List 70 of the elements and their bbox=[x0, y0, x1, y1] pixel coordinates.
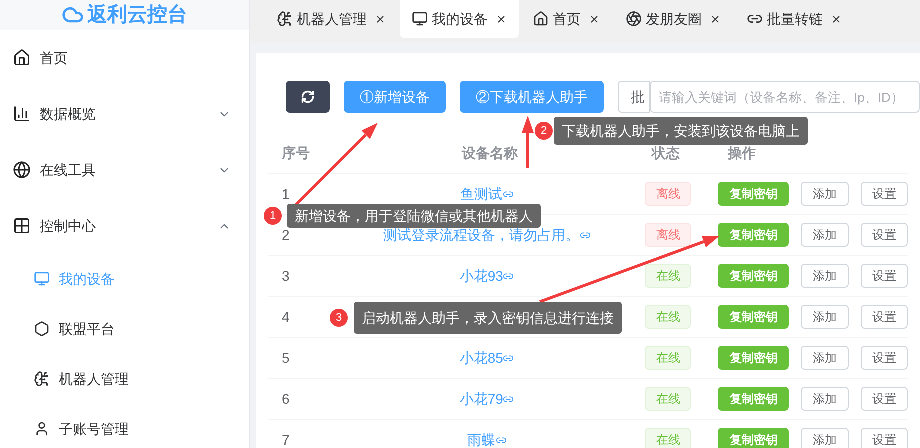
menu-icon bbox=[13, 49, 31, 67]
status-tag: 在线 bbox=[645, 346, 692, 370]
sidebar-subitem[interactable]: 联盟平台 bbox=[0, 304, 249, 354]
status-tag: 离线 bbox=[645, 182, 692, 206]
annotation-tooltip: 新增设备，用于登陆微信或其他机器人 bbox=[287, 204, 541, 228]
settings-button[interactable]: 设置 bbox=[860, 182, 908, 206]
search-type-select[interactable]: 批 bbox=[618, 81, 650, 113]
close-icon[interactable] bbox=[710, 14, 721, 24]
table-cell: 5 bbox=[282, 350, 290, 366]
sidebar-item[interactable]: 首页 bbox=[0, 30, 249, 86]
table-cell: 4 bbox=[282, 308, 290, 324]
close-icon[interactable] bbox=[375, 14, 386, 24]
tab-icon bbox=[412, 11, 428, 27]
add-button[interactable]: 添加 bbox=[801, 223, 849, 247]
menu-icon bbox=[34, 421, 50, 437]
search-field[interactable]: 请输入关键词（设备名称、备注、Ip、ID） bbox=[650, 81, 920, 113]
annotation-tooltip: 启动机器人助手，录入密钥信息进行连接 bbox=[354, 302, 622, 334]
settings-button[interactable]: 设置 bbox=[860, 305, 908, 329]
table-cell: 2 bbox=[282, 226, 290, 242]
add-button[interactable]: 添加 bbox=[801, 428, 849, 448]
menu-icon bbox=[13, 105, 31, 123]
annotation-tooltip: 下载机器人助手，安装到该设备电脑上 bbox=[554, 117, 808, 145]
settings-button[interactable]: 设置 bbox=[860, 387, 908, 411]
refresh-icon bbox=[301, 90, 315, 104]
refresh-button[interactable] bbox=[286, 81, 330, 113]
menu-icon bbox=[34, 371, 50, 387]
sidebar-subitem[interactable]: 机器人管理 bbox=[0, 354, 249, 404]
sidebar-item[interactable]: 控制中心 bbox=[0, 198, 249, 254]
column-header: 设备名称 bbox=[462, 144, 518, 163]
add-button[interactable]: 添加 bbox=[801, 387, 849, 411]
close-icon[interactable] bbox=[496, 14, 507, 24]
add-button[interactable]: 添加 bbox=[801, 264, 849, 288]
column-header: 序号 bbox=[282, 145, 310, 161]
tab[interactable]: 首页 bbox=[521, 0, 612, 38]
table-cell: 3 bbox=[282, 268, 290, 284]
tab[interactable]: 机器人管理 bbox=[265, 0, 398, 38]
annotation-arrow bbox=[522, 116, 534, 168]
status-tag: 离线 bbox=[645, 223, 692, 247]
settings-button[interactable]: 设置 bbox=[860, 428, 908, 448]
settings-button[interactable]: 设置 bbox=[860, 223, 908, 247]
settings-button[interactable]: 设置 bbox=[860, 264, 908, 288]
tab-icon bbox=[277, 11, 293, 27]
status-tag: 在线 bbox=[645, 387, 692, 411]
column-header: 状态 bbox=[652, 145, 680, 161]
tab-icon bbox=[533, 11, 549, 27]
sidebar-subitem[interactable]: 子账号管理 bbox=[0, 404, 249, 448]
table-cell: 7 bbox=[282, 432, 290, 448]
status-tag: 在线 bbox=[645, 428, 692, 448]
menu-icon bbox=[13, 217, 31, 235]
tab[interactable]: 我的设备 bbox=[400, 0, 519, 38]
table-cell: 6 bbox=[282, 390, 290, 406]
menu-icon bbox=[34, 271, 50, 287]
settings-button[interactable]: 设置 bbox=[860, 346, 908, 370]
close-icon[interactable] bbox=[589, 14, 600, 24]
add-button[interactable]: 添加 bbox=[801, 182, 849, 206]
sidebar-item[interactable]: 数据概览 bbox=[0, 86, 249, 142]
table-cell: 1 bbox=[282, 186, 290, 202]
app-title: 返利云控台 bbox=[88, 2, 188, 28]
tab[interactable]: 发朋友圈 bbox=[614, 0, 733, 38]
menu-icon bbox=[13, 161, 31, 179]
add-button[interactable]: 添加 bbox=[801, 346, 849, 370]
close-icon[interactable] bbox=[831, 14, 842, 24]
tab[interactable]: 批量转链 bbox=[735, 0, 854, 38]
status-tag: 在线 bbox=[645, 305, 692, 329]
add-button[interactable]: 添加 bbox=[801, 305, 849, 329]
sidebar-item[interactable]: 在线工具 bbox=[0, 142, 249, 198]
menu-icon bbox=[34, 321, 50, 337]
column-header: 操作 bbox=[728, 145, 756, 161]
status-tag: 在线 bbox=[645, 264, 692, 288]
tab-icon bbox=[626, 11, 642, 27]
